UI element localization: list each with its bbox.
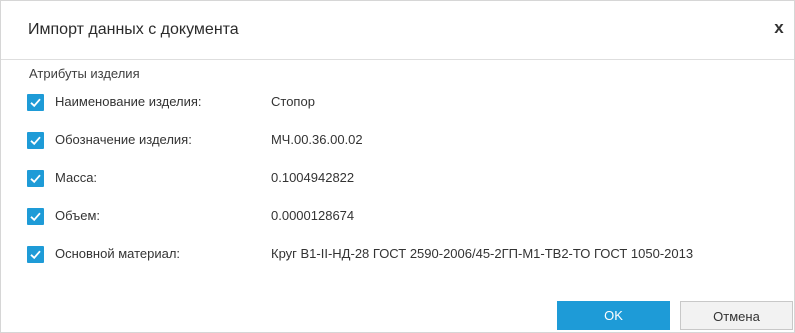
mass-label: Масса:: [55, 170, 98, 185]
volume-checkbox[interactable]: [27, 208, 44, 225]
check-icon: [30, 250, 41, 260]
mass-value: 0.1004942822: [271, 170, 355, 185]
designation-label: Обозначение изделия:: [55, 132, 192, 147]
attribute-row-mass: Масса: 0.1004942822: [27, 169, 792, 189]
name-label: Наименование изделия:: [55, 94, 202, 109]
volume-label: Объем:: [55, 208, 101, 223]
dialog-titlebar: Импорт данных с документа x: [1, 1, 794, 60]
attribute-row-designation: Обозначение изделия: МЧ.00.36.00.02: [27, 131, 792, 151]
attribute-row-material: Основной материал: Круг В1-II-НД-28 ГОСТ…: [27, 245, 792, 265]
section-label: Атрибуты изделия: [29, 66, 140, 81]
close-icon[interactable]: x: [768, 17, 790, 39]
volume-value: 0.0000128674: [271, 208, 355, 223]
name-value: Стопор: [271, 94, 315, 109]
import-dialog: Импорт данных с документа x Атрибуты изд…: [0, 0, 795, 333]
dialog-title: Импорт данных с документа: [28, 21, 239, 38]
check-icon: [30, 174, 41, 184]
mass-checkbox[interactable]: [27, 170, 44, 187]
attribute-row-name: Наименование изделия: Стопор: [27, 93, 792, 113]
name-checkbox[interactable]: [27, 94, 44, 111]
material-label: Основной материал:: [55, 246, 181, 261]
check-icon: [30, 136, 41, 146]
cancel-button[interactable]: Отмена: [680, 301, 793, 330]
attribute-row-volume: Объем: 0.0000128674: [27, 207, 792, 227]
check-icon: [30, 98, 41, 108]
check-icon: [30, 212, 41, 222]
designation-checkbox[interactable]: [27, 132, 44, 149]
material-value: Круг В1-II-НД-28 ГОСТ 2590-2006/45-2ГП-М…: [271, 246, 694, 261]
material-checkbox[interactable]: [27, 246, 44, 263]
ok-button[interactable]: OK: [557, 301, 670, 330]
designation-value: МЧ.00.36.00.02: [271, 132, 363, 147]
